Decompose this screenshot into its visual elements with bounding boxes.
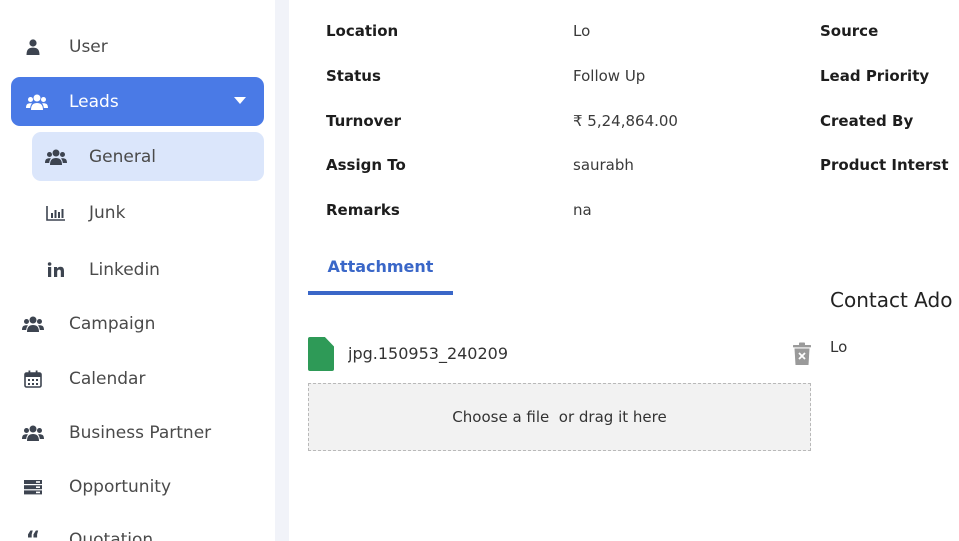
sidebar-item-user[interactable]: User bbox=[22, 27, 108, 67]
status-label: Status bbox=[326, 67, 381, 85]
sidebar-item-leads[interactable]: Leads bbox=[11, 77, 264, 126]
created-by-label: Created By bbox=[820, 112, 914, 130]
delete-file-icon[interactable] bbox=[793, 342, 811, 366]
attachment-file-name[interactable]: 240209_150953.jpg bbox=[348, 344, 518, 363]
calendar-icon bbox=[22, 368, 44, 390]
file-dropzone[interactable]: Choose a file or drag it here bbox=[308, 383, 811, 451]
sidebar-item-campaign[interactable]: Campaign bbox=[22, 304, 155, 344]
product-interest-label: Product Interst bbox=[820, 156, 949, 174]
sidebar-item-label: General bbox=[89, 146, 156, 167]
sidebar-divider bbox=[275, 0, 289, 541]
sidebar-item-opportunity[interactable]: Opportunity bbox=[22, 467, 171, 507]
tab-attachment[interactable]: Attachment bbox=[308, 248, 453, 295]
users-icon bbox=[22, 422, 44, 444]
sidebar-item-label: Junk bbox=[89, 203, 126, 223]
sidebar-item-calendar[interactable]: Calendar bbox=[22, 359, 145, 399]
server-icon bbox=[22, 476, 44, 498]
users-icon bbox=[45, 146, 67, 168]
turnover-value: ₹ 5,24,864.00 bbox=[573, 112, 678, 130]
sidebar-item-general[interactable]: General bbox=[32, 132, 264, 181]
sidebar: User Leads General Junk Linkedin Campaig… bbox=[0, 0, 275, 541]
location-value: Lo bbox=[573, 22, 591, 40]
sidebar-item-label: Campaign bbox=[69, 314, 156, 334]
location-label: Location bbox=[326, 22, 399, 40]
sidebar-item-label: Calendar bbox=[69, 369, 146, 389]
contact-address-title: Contact Ado bbox=[830, 288, 953, 312]
users-icon bbox=[26, 91, 48, 113]
user-icon bbox=[22, 36, 44, 58]
lead-priority-label: Lead Priority bbox=[820, 67, 930, 85]
lead-detail-panel: Location Lo Source Status Follow Up Lead… bbox=[289, 0, 959, 541]
bar-chart-icon bbox=[45, 202, 67, 224]
sidebar-item-label: Business Partner bbox=[69, 423, 212, 443]
file-icon bbox=[308, 337, 334, 371]
sidebar-item-label: Linkedin bbox=[89, 260, 160, 280]
users-icon bbox=[22, 313, 44, 335]
sidebar-item-label: Leads bbox=[69, 91, 119, 112]
assign-to-value: saurabh bbox=[573, 156, 634, 174]
turnover-label: Turnover bbox=[326, 112, 401, 130]
sidebar-item-business-partner[interactable]: Business Partner bbox=[22, 413, 211, 453]
status-value: Follow Up bbox=[573, 67, 646, 85]
remarks-label: Remarks bbox=[326, 201, 400, 219]
quote-icon: “ bbox=[25, 527, 41, 541]
contact-address-value: Lo bbox=[830, 338, 848, 356]
sidebar-item-label: User bbox=[69, 37, 108, 57]
sidebar-item-label: Quotation bbox=[69, 530, 154, 541]
sidebar-item-linkedin[interactable]: Linkedin bbox=[45, 250, 160, 290]
sidebar-item-label: Opportunity bbox=[69, 477, 172, 497]
remarks-value: na bbox=[573, 201, 592, 219]
linkedin-icon bbox=[45, 259, 67, 281]
chevron-down-icon[interactable] bbox=[234, 97, 246, 104]
assign-to-label: Assign To bbox=[326, 156, 406, 174]
source-label: Source bbox=[820, 22, 879, 40]
sidebar-item-quotation[interactable]: “ Quotation bbox=[22, 520, 153, 541]
sidebar-item-junk[interactable]: Junk bbox=[45, 193, 125, 233]
attachment-file-row: 240209_150953.jpg bbox=[308, 336, 812, 372]
